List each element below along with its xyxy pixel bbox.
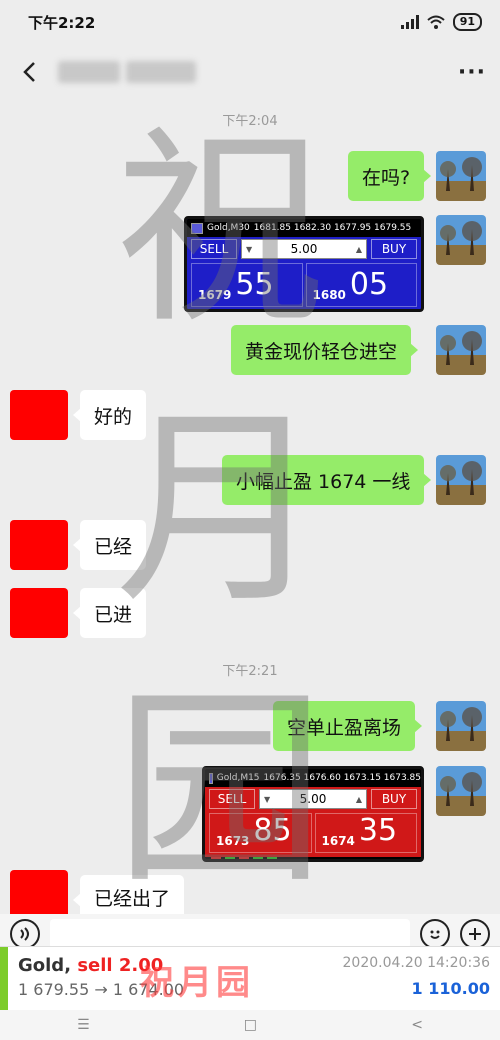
timestamp: 下午2:04 [222,114,278,129]
trade-controls: SELL ▼ 5.00 ▲ BUY [205,787,421,811]
menu-nav-icon[interactable]: ☰ [77,1017,90,1033]
message-bubble[interactable]: 已经出了 [72,875,185,919]
message-bubble[interactable]: 好的 [72,390,147,440]
chevron-up-icon: ▲ [355,794,362,804]
bid-prefix: 1679 [198,288,232,302]
bid-prefix: 1673 [216,834,250,848]
lot-size-value: 5.00 [299,792,327,806]
stamp-watermark: 祝月园 [140,963,254,1003]
trade-symbol: Gold,M15 [216,773,260,783]
contact-avatar[interactable] [10,870,68,920]
price-row: 1679 55 1680 05 [191,263,417,307]
voice-input-icon[interactable] [10,919,40,949]
ask-price: 1680 05 [305,263,417,307]
buy-button: BUY [371,239,417,259]
trade-quotes: 1681.85 1682.30 1677.95 1679.55 [253,223,412,233]
message-bubble[interactable]: 已经 [72,520,147,570]
indicator-strip [205,857,421,859]
lot-size-field: ▼ 5.00 ▲ [259,789,367,809]
trade-title-bar: Gold,M15 1676.35 1676.60 1673.15 1673.85 [205,769,421,787]
message-bubble[interactable]: 空单止盈离场 [273,701,423,751]
landscape-avatar-image [436,701,486,751]
trade-quotes: 1676.35 1676.60 1673.15 1673.85 [263,773,421,783]
ask-pips: 05 [349,267,389,302]
ask-pips: 35 [358,813,398,848]
flag-icon [209,772,213,784]
bid-pips: 85 [253,813,292,848]
chat-title-blurred [58,61,196,83]
my-avatar[interactable] [436,215,486,265]
contact-avatar[interactable] [10,390,68,440]
price-row: 1673 85 1674 35 [209,813,417,853]
timestamp: 下午2:21 [222,664,278,679]
my-avatar[interactable] [436,151,486,201]
emoji-icon[interactable] [420,919,450,949]
lot-size-field: ▼ 5.00 ▲ [241,239,367,259]
notification-right: 2020.04.20 14:20:36 1 110.00 [343,955,491,1004]
trade-panel-image[interactable]: Gold,M15 1676.35 1676.60 1673.15 1673.85… [202,766,424,862]
sell-button: SELL [191,239,237,259]
battery-icon: 91 [452,13,482,31]
landscape-avatar-image [436,455,486,505]
message-bubble[interactable]: 黄金现价轻仓进空 [231,325,419,375]
notification-instrument: Gold, [18,955,78,976]
bid-pips: 55 [235,267,274,302]
trade-panel-image[interactable]: Gold,M30 1681.85 1682.30 1677.95 1679.55… [184,216,424,312]
back-nav-icon[interactable]: < [411,1017,423,1033]
landscape-avatar-image [436,151,486,201]
trade-notification[interactable]: Gold, sell 2.00 1 679.55 → 1 674.00 2020… [0,946,500,1011]
trade-title-bar: Gold,M30 1681.85 1682.30 1677.95 1679.55 [187,219,421,237]
home-nav-icon[interactable]: □ [244,1017,257,1033]
bid-price: 1673 85 [209,813,312,853]
notification-date: 2020.04.20 14:20:36 [342,955,491,971]
wifi-icon [427,15,445,29]
notification-accent [0,947,8,1011]
my-avatar[interactable] [436,325,486,375]
buy-button: BUY [371,789,417,809]
notification-profit: 1 110.00 [411,979,490,998]
back-arrow-icon [23,62,35,82]
flag-icon [191,222,203,234]
my-avatar[interactable] [436,701,486,751]
landscape-avatar-image [436,766,486,816]
my-avatar[interactable] [436,455,486,505]
my-avatar[interactable] [436,766,486,816]
chevron-up-icon: ▲ [355,244,362,254]
back-button[interactable] [14,57,44,87]
system-nav-bar: ☰ □ < [0,1010,500,1040]
sell-button: SELL [209,789,255,809]
chevron-down-icon: ▼ [246,244,253,254]
contact-avatar[interactable] [10,588,68,638]
status-time: 下午2:22 [28,13,96,32]
landscape-avatar-image [436,215,486,265]
ask-prefix: 1680 [312,288,346,302]
ask-price: 1674 35 [314,813,417,853]
signal-icon [400,15,419,29]
lot-size-value: 5.00 [290,242,318,256]
chat-area[interactable]: 下午2:04 在吗? Gold,M30 1681.85 1682.30 1677… [0,100,500,920]
ask-prefix: 1674 [321,834,355,848]
message-bubble[interactable]: 在吗? [348,151,432,201]
message-input[interactable] [50,919,410,949]
contact-avatar[interactable] [10,520,68,570]
chat-header: ··· [0,44,500,100]
trade-symbol: Gold,M30 [207,223,250,233]
message-bubble[interactable]: 小幅止盈 1674 一线 [222,455,432,505]
status-icons: 91 [400,13,482,31]
chevron-down-icon: ▼ [264,794,271,804]
trade-controls: SELL ▼ 5.00 ▲ BUY [187,237,421,261]
landscape-avatar-image [436,325,486,375]
more-options-button[interactable]: ··· [458,60,486,85]
message-bubble[interactable]: 已进 [72,588,147,638]
status-bar: 下午2:22 91 [0,0,500,44]
bid-price: 1679 55 [191,263,303,307]
plus-icon[interactable] [460,919,490,949]
